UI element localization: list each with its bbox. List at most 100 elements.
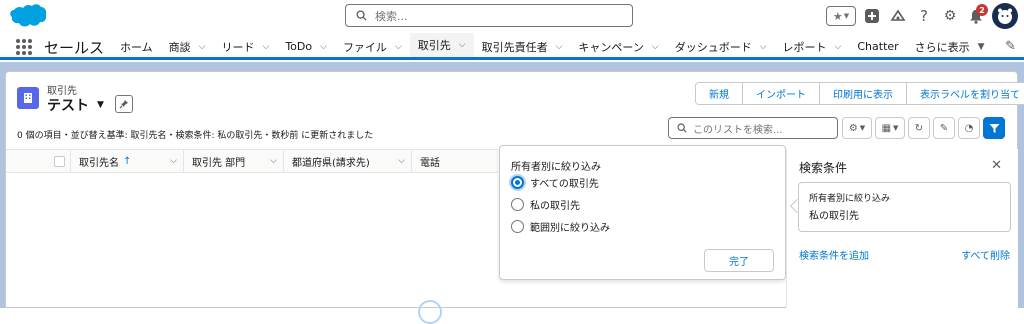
nav-item-chatter[interactable]: Chatter (849, 33, 906, 60)
trailhead-button[interactable] (888, 6, 908, 26)
list-toolbar: ⚙ ▼ ▦ ▼ ↻ ✎ ◔ (842, 117, 1005, 139)
radio-unchecked-icon[interactable] (511, 220, 524, 233)
app-nav-bar: セールス ホーム 商談 ⌵ リード ⌵ ToDo ⌵ ファイル ⌵ 取引先 ⌵ 取引先責任… (0, 33, 1024, 60)
chevron-down-icon[interactable]: ⌵ (199, 42, 206, 52)
salesforce-logo[interactable] (6, 2, 48, 30)
add-filter-link[interactable]: 検索条件を追加 (799, 247, 869, 262)
nav-items: ホーム 商談 ⌵ リード ⌵ ToDo ⌵ ファイル ⌵ 取引先 ⌵ 取引先責任者 ⌵ キャ… (112, 33, 993, 60)
import-button[interactable]: インポート (743, 83, 820, 104)
list-view-name: テスト (47, 98, 89, 114)
popover-title: 所有者別に絞り込み (511, 162, 601, 173)
user-avatar[interactable] (992, 3, 1018, 29)
radio-unchecked-icon[interactable] (511, 198, 524, 211)
caret-down-icon: ▼ (97, 100, 104, 110)
filter-icon (989, 123, 999, 133)
global-actions-button[interactable] (862, 6, 882, 26)
nav-item-home[interactable]: ホーム (112, 33, 161, 60)
list-actions: 新規 インポート 印刷用に表示 表示ラベルを割り当て (695, 82, 1024, 105)
chevron-down-icon[interactable]: ⌵ (170, 156, 177, 166)
nav-item-contacts[interactable]: 取引先責任者 ⌵ (474, 33, 571, 60)
new-button[interactable]: 新規 (696, 83, 743, 104)
radio-all-accounts[interactable]: すべての取引先 (511, 175, 599, 190)
astro-avatar-icon (998, 8, 1012, 24)
chevron-down-icon[interactable]: ⌵ (652, 42, 659, 52)
chevron-down-icon[interactable]: ⌵ (398, 156, 405, 166)
app-launcher-icon[interactable] (16, 39, 32, 55)
loading-spinner (418, 300, 442, 324)
edit-list-button[interactable]: ✎ (933, 117, 955, 139)
global-search-input[interactable]: 検索... (345, 4, 633, 27)
display-as-button[interactable]: ▦ ▼ (875, 117, 905, 139)
help-button[interactable]: ? (914, 6, 934, 26)
table-icon: ▦ (881, 122, 892, 134)
chevron-down-icon[interactable]: ⌵ (835, 42, 842, 52)
select-all-checkbox[interactable] (54, 156, 65, 167)
list-controls-button[interactable]: ⚙ ▼ (842, 117, 872, 139)
column-account-name[interactable]: 取引先名 ↑ ⌵ (71, 150, 184, 172)
nav-item-files[interactable]: ファイル ⌵ (335, 33, 410, 60)
chevron-down-icon[interactable]: ⌵ (556, 42, 563, 52)
building-icon (24, 93, 32, 103)
nav-item-dashboards[interactable]: ダッシュボード ⌵ (667, 33, 775, 60)
header-utility-icons: ★ ▼ ? ⚙ 2 (826, 3, 1018, 29)
notification-badge: 2 (976, 4, 988, 16)
list-status: 0 個の項目・並び替え基準: 取引先名・検索条件: 私の取引先・数秒前 に更新さ… (17, 131, 374, 141)
filter-card-label: 所有者別に絞り込み (809, 194, 891, 204)
nav-item-reports[interactable]: レポート ⌵ (775, 33, 850, 60)
column-phone[interactable]: 電話 (412, 150, 498, 172)
done-button[interactable]: 完了 (704, 249, 774, 272)
favorites-button[interactable]: ★ ▼ (826, 6, 856, 26)
radio-checked-icon[interactable] (511, 176, 524, 189)
remove-all-link[interactable]: すべて削除 (961, 247, 1010, 262)
column-account-division[interactable]: 取引先 部門 ⌵ (184, 150, 284, 172)
list-search-input[interactable]: このリストを検索... (668, 117, 838, 139)
chevron-down-icon[interactable]: ⌵ (270, 156, 277, 166)
pencil-icon[interactable]: ✎ (1005, 39, 1016, 54)
assign-label-button[interactable]: 表示ラベルを割り当て (907, 83, 1024, 104)
search-icon (356, 10, 367, 21)
pin-list-button[interactable] (115, 95, 133, 113)
nav-item-accounts[interactable]: 取引先 ⌵ (409, 33, 474, 60)
nav-item-more[interactable]: さらに表示 ▼ (907, 33, 993, 60)
search-placeholder: 検索... (375, 9, 408, 23)
printable-view-button[interactable]: 印刷用に表示 (820, 83, 907, 104)
setup-button[interactable]: ⚙ (940, 6, 960, 26)
caret-down-icon[interactable]: ▼ (978, 42, 985, 52)
global-header: 検索... ★ ▼ ? ⚙ 2 (0, 0, 1024, 32)
trailhead-icon (890, 9, 906, 21)
nav-item-campaigns[interactable]: キャンペーン ⌵ (570, 33, 666, 60)
notifications-button[interactable]: 2 (966, 4, 988, 26)
account-object-icon (17, 87, 39, 109)
nav-item-todo[interactable]: ToDo ⌵ (277, 33, 335, 60)
chevron-down-icon[interactable]: ⌵ (320, 42, 327, 52)
chevron-down-icon[interactable]: ⌵ (459, 40, 466, 50)
nav-item-opportunities[interactable]: 商談 ⌵ (161, 33, 214, 60)
owner-filter-popover: 所有者別に絞り込み すべての取引先 私の取引先 範囲別に絞り込み 完了 (499, 145, 786, 280)
page-edge (1018, 71, 1024, 308)
chevron-down-icon[interactable]: ⌵ (395, 42, 402, 52)
owner-filter-card[interactable]: 所有者別に絞り込み 私の取引先 (798, 182, 1011, 232)
close-icon[interactable]: ✕ (991, 158, 1002, 173)
sort-arrow-icon: ↑ (123, 155, 132, 167)
radio-my-accounts[interactable]: 私の取引先 (511, 197, 580, 212)
list-view-selector[interactable]: テスト ▼ (47, 95, 104, 115)
star-icon: ★ (832, 9, 843, 23)
select-all-column (6, 150, 71, 172)
pin-icon (119, 100, 128, 109)
pie-chart-icon: ◔ (964, 122, 974, 134)
radio-filter-by-scope[interactable]: 範囲別に絞り込み (511, 219, 610, 234)
chevron-down-icon[interactable]: ⌵ (263, 42, 270, 52)
refresh-icon: ↻ (914, 122, 924, 134)
chevron-down-icon[interactable]: ⌵ (760, 42, 767, 52)
help-icon: ? (920, 7, 928, 25)
caret-down-icon: ▼ (859, 124, 866, 132)
column-billing-state[interactable]: 都道府県(請求先) ⌵ (284, 150, 412, 172)
gear-icon: ⚙ (943, 8, 957, 24)
nav-item-leads[interactable]: リード ⌵ (214, 33, 278, 60)
app-name: セールス (44, 39, 105, 57)
gear-icon: ⚙ (848, 122, 858, 134)
refresh-button[interactable]: ↻ (908, 117, 930, 139)
filter-card-value: 私の取引先 (809, 211, 859, 222)
filter-button[interactable] (983, 117, 1005, 139)
charts-button[interactable]: ◔ (958, 117, 980, 139)
